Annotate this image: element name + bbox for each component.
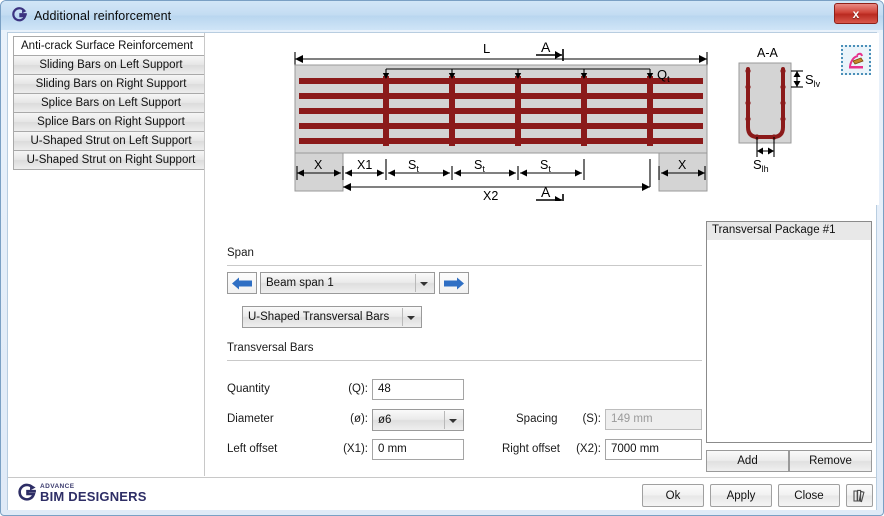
svg-text:A: A bbox=[541, 39, 551, 55]
ok-button-label: Ok bbox=[665, 489, 681, 502]
label-X-right: X bbox=[678, 158, 687, 172]
arrow-left-icon bbox=[232, 277, 252, 290]
diameter-select[interactable]: ø6 bbox=[372, 409, 464, 431]
sidebar-item-sliding-bars-right[interactable]: Sliding Bars on Right Support bbox=[13, 74, 209, 94]
sidebar-item-anti-crack-surface-reinforcement[interactable]: Anti-crack Surface Reinforcement bbox=[13, 36, 209, 56]
apply-button-label: Apply bbox=[726, 489, 756, 502]
cross-section-view: A-A Slv Slh bbox=[721, 41, 831, 181]
sidebar-item-label: Splice Bars on Right Support bbox=[37, 116, 185, 128]
combo-separator bbox=[402, 308, 403, 326]
label-Slh: Slh bbox=[753, 157, 769, 174]
span-select[interactable]: Beam span 1 bbox=[260, 272, 435, 294]
reinforcement-type-value: U-Shaped Transversal Bars bbox=[248, 311, 390, 323]
label-X2: X2 bbox=[483, 189, 498, 201]
bars-group-rule bbox=[227, 360, 702, 361]
label-St-3: St bbox=[540, 158, 551, 174]
chevron-down-icon bbox=[449, 419, 457, 423]
left-offset-input[interactable]: 0 mm bbox=[372, 439, 464, 460]
title-bar: Additional reinforcement x bbox=[1, 1, 883, 30]
transversal-bars-group-label: Transversal Bars bbox=[227, 342, 314, 354]
label-L: L bbox=[483, 41, 490, 56]
logo-main-text: BIM DESIGNERS bbox=[40, 489, 147, 504]
right-offset-label: Right offset bbox=[502, 443, 560, 455]
spacing-input: 149 mm bbox=[605, 409, 702, 430]
span-group-rule bbox=[227, 265, 702, 266]
label-St-2: St bbox=[474, 158, 485, 174]
left-offset-label: Left offset bbox=[227, 443, 278, 455]
ok-button[interactable]: Ok bbox=[642, 484, 704, 507]
quantity-code: (Q): bbox=[348, 383, 368, 395]
sidebar-item-splice-bars-left[interactable]: Splice Bars on Left Support bbox=[13, 93, 209, 113]
sidebar-item-label: Anti-crack Surface Reinforcement bbox=[21, 40, 193, 52]
quantity-label: Quantity bbox=[227, 383, 270, 395]
arrow-right-icon bbox=[444, 277, 464, 290]
label-St-1: St bbox=[408, 158, 419, 174]
logo-g-icon bbox=[16, 483, 38, 503]
add-package-button[interactable]: Add bbox=[706, 450, 789, 472]
diameter-label: Diameter bbox=[227, 413, 274, 425]
window-title: Additional reinforcement bbox=[34, 8, 172, 23]
sidebar-item-splice-bars-right[interactable]: Splice Bars on Right Support bbox=[13, 112, 209, 132]
books-icon bbox=[852, 488, 867, 503]
beam-elevation-view: L A Qt X X1 St St St X X2 A bbox=[287, 39, 717, 201]
right-offset-input[interactable]: 7000 mm bbox=[605, 439, 702, 460]
svg-text:A: A bbox=[541, 184, 551, 200]
label-section-AA: A-A bbox=[757, 46, 779, 60]
label-X-left: X bbox=[314, 158, 323, 172]
quantity-input[interactable]: 48 bbox=[372, 379, 464, 400]
next-span-button[interactable] bbox=[439, 272, 469, 294]
sidebar-item-label: Sliding Bars on Left Support bbox=[39, 59, 183, 71]
sidebar-item-sliding-bars-left[interactable]: Sliding Bars on Left Support bbox=[13, 55, 209, 75]
sidebar-item-label: Splice Bars on Left Support bbox=[41, 97, 181, 109]
close-icon: x bbox=[852, 6, 860, 21]
sidebar-item-u-shaped-strut-left[interactable]: U-Shaped Strut on Left Support bbox=[13, 131, 209, 151]
label-X1: X1 bbox=[357, 158, 372, 172]
previous-span-button[interactable] bbox=[227, 272, 257, 294]
list-item[interactable]: Transversal Package #1 bbox=[707, 222, 871, 240]
logo-text: ADVANCE BIM DESIGNERS bbox=[40, 483, 147, 504]
add-button-label: Add bbox=[737, 455, 758, 467]
chevron-down-icon bbox=[420, 282, 428, 286]
combo-separator bbox=[444, 411, 445, 429]
sidebar-item-label: U-Shaped Strut on Right Support bbox=[26, 154, 196, 166]
remove-button-label: Remove bbox=[809, 455, 852, 467]
diameter-code: (ø): bbox=[350, 413, 368, 425]
reinforcement-type-select[interactable]: U-Shaped Transversal Bars bbox=[242, 306, 422, 328]
close-button-label: Close bbox=[794, 489, 824, 502]
books-icon-button[interactable] bbox=[846, 484, 873, 507]
apply-button[interactable]: Apply bbox=[710, 484, 772, 507]
label-Slv: Slv bbox=[805, 72, 821, 89]
draw-pen-icon[interactable] bbox=[841, 45, 871, 75]
close-button[interactable]: Close bbox=[778, 484, 840, 507]
remove-package-button[interactable]: Remove bbox=[789, 450, 872, 472]
advance-g-icon bbox=[10, 7, 28, 25]
diameter-select-value: ø6 bbox=[378, 414, 392, 426]
spacing-code: (S): bbox=[582, 413, 601, 425]
chevron-down-icon bbox=[407, 316, 415, 320]
close-window-button[interactable]: x bbox=[834, 3, 878, 24]
sidebar-item-label: U-Shaped Strut on Left Support bbox=[30, 135, 192, 147]
spacing-label: Spacing bbox=[516, 413, 558, 425]
client-area: Anti-crack Surface Reinforcement Sliding… bbox=[7, 32, 879, 510]
sidebar-nav: Anti-crack Surface Reinforcement Sliding… bbox=[13, 36, 209, 170]
sidebar-item-u-shaped-strut-right[interactable]: U-Shaped Strut on Right Support bbox=[13, 150, 209, 170]
dimension-length bbox=[294, 52, 708, 66]
section-marker-a-top: A bbox=[536, 39, 564, 61]
dialog-window: Additional reinforcement x Anti-crack Su… bbox=[0, 0, 884, 516]
reinforcement-diagram: L A Qt X X1 St St St X X2 A A-A Slv Slh bbox=[205, 33, 879, 205]
package-label: Transversal Package #1 bbox=[712, 224, 836, 236]
packages-panel: Transversal Package #1 Add Remove bbox=[706, 221, 872, 476]
left-offset-code: (X1): bbox=[343, 443, 368, 455]
span-group-label: Span bbox=[227, 247, 254, 259]
span-select-value: Beam span 1 bbox=[266, 277, 334, 289]
combo-separator bbox=[415, 274, 416, 292]
right-offset-code: (X2): bbox=[576, 443, 601, 455]
packages-listbox[interactable]: Transversal Package #1 bbox=[706, 221, 872, 443]
sidebar-item-label: Sliding Bars on Right Support bbox=[35, 78, 187, 90]
advance-bim-designers-logo: ADVANCE BIM DESIGNERS bbox=[16, 483, 147, 503]
footer-bar: ADVANCE BIM DESIGNERS Ok Apply Close bbox=[8, 477, 876, 510]
